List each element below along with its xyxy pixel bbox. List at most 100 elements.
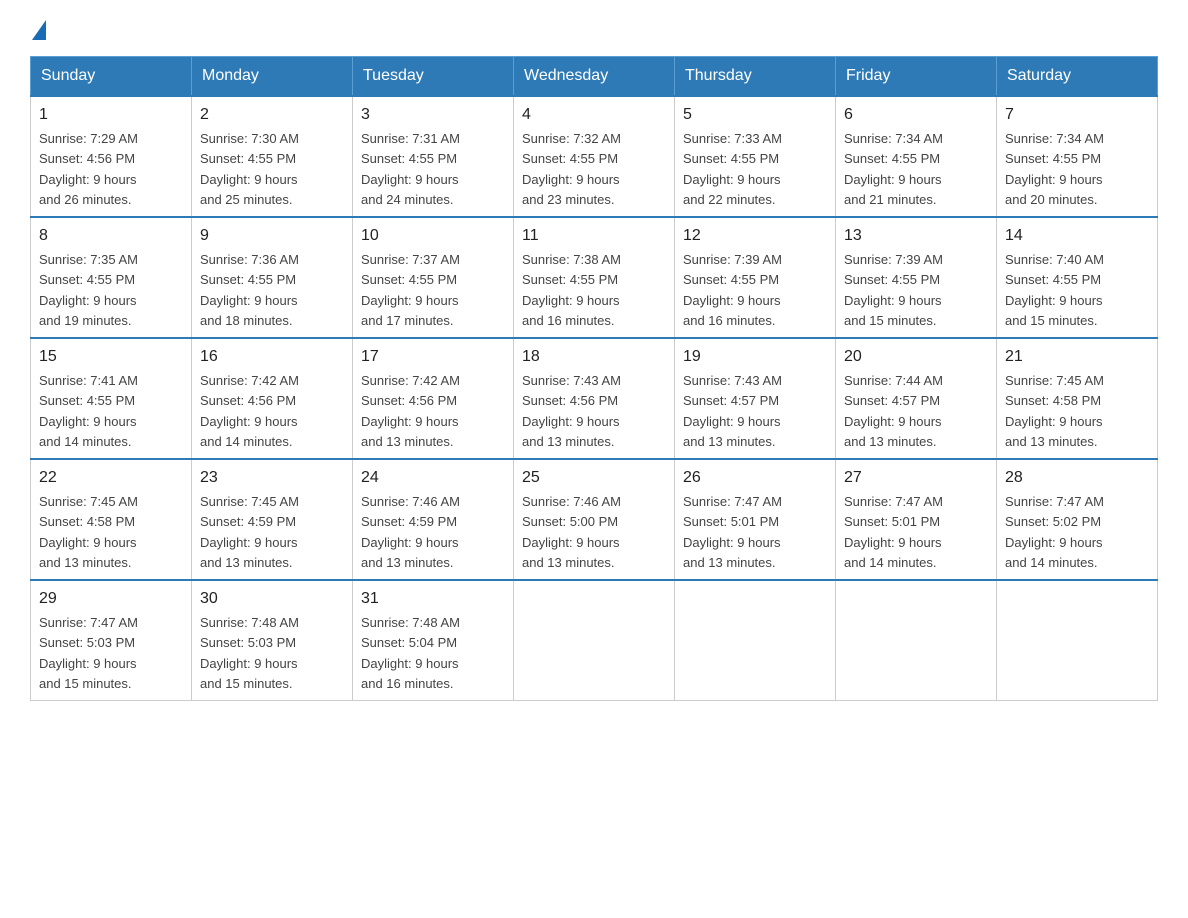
day-info: Sunrise: 7:29 AMSunset: 4:56 PMDaylight:… [39,131,138,207]
day-cell: 12 Sunrise: 7:39 AMSunset: 4:55 PMDaylig… [675,217,836,338]
day-number: 28 [1005,466,1149,490]
day-cell: 19 Sunrise: 7:43 AMSunset: 4:57 PMDaylig… [675,338,836,459]
day-cell: 27 Sunrise: 7:47 AMSunset: 5:01 PMDaylig… [836,459,997,580]
day-number: 19 [683,345,827,369]
day-info: Sunrise: 7:34 AMSunset: 4:55 PMDaylight:… [844,131,943,207]
day-info: Sunrise: 7:33 AMSunset: 4:55 PMDaylight:… [683,131,782,207]
day-number: 9 [200,224,344,248]
day-info: Sunrise: 7:45 AMSunset: 4:58 PMDaylight:… [1005,373,1104,449]
day-info: Sunrise: 7:39 AMSunset: 4:55 PMDaylight:… [683,252,782,328]
day-info: Sunrise: 7:46 AMSunset: 5:00 PMDaylight:… [522,494,621,570]
day-info: Sunrise: 7:47 AMSunset: 5:02 PMDaylight:… [1005,494,1104,570]
day-cell: 17 Sunrise: 7:42 AMSunset: 4:56 PMDaylig… [353,338,514,459]
day-cell: 10 Sunrise: 7:37 AMSunset: 4:55 PMDaylig… [353,217,514,338]
day-cell: 29 Sunrise: 7:47 AMSunset: 5:03 PMDaylig… [31,580,192,701]
day-number: 4 [522,103,666,127]
logo [30,20,46,40]
day-cell: 6 Sunrise: 7:34 AMSunset: 4:55 PMDayligh… [836,96,997,217]
day-info: Sunrise: 7:34 AMSunset: 4:55 PMDaylight:… [1005,131,1104,207]
header-cell-thursday: Thursday [675,57,836,97]
day-info: Sunrise: 7:47 AMSunset: 5:01 PMDaylight:… [844,494,943,570]
day-number: 12 [683,224,827,248]
header-row: SundayMondayTuesdayWednesdayThursdayFrid… [31,57,1158,97]
week-row-4: 22 Sunrise: 7:45 AMSunset: 4:58 PMDaylig… [31,459,1158,580]
day-cell [514,580,675,701]
day-number: 20 [844,345,988,369]
page-header [30,20,1158,40]
header-cell-friday: Friday [836,57,997,97]
day-cell [997,580,1158,701]
day-cell: 3 Sunrise: 7:31 AMSunset: 4:55 PMDayligh… [353,96,514,217]
day-info: Sunrise: 7:46 AMSunset: 4:59 PMDaylight:… [361,494,460,570]
day-cell [836,580,997,701]
day-info: Sunrise: 7:48 AMSunset: 5:03 PMDaylight:… [200,615,299,691]
day-info: Sunrise: 7:30 AMSunset: 4:55 PMDaylight:… [200,131,299,207]
week-row-1: 1 Sunrise: 7:29 AMSunset: 4:56 PMDayligh… [31,96,1158,217]
day-number: 5 [683,103,827,127]
day-cell: 21 Sunrise: 7:45 AMSunset: 4:58 PMDaylig… [997,338,1158,459]
day-cell: 24 Sunrise: 7:46 AMSunset: 4:59 PMDaylig… [353,459,514,580]
day-number: 18 [522,345,666,369]
day-number: 25 [522,466,666,490]
week-row-5: 29 Sunrise: 7:47 AMSunset: 5:03 PMDaylig… [31,580,1158,701]
week-row-3: 15 Sunrise: 7:41 AMSunset: 4:55 PMDaylig… [31,338,1158,459]
day-info: Sunrise: 7:38 AMSunset: 4:55 PMDaylight:… [522,252,621,328]
day-info: Sunrise: 7:31 AMSunset: 4:55 PMDaylight:… [361,131,460,207]
day-cell: 31 Sunrise: 7:48 AMSunset: 5:04 PMDaylig… [353,580,514,701]
day-number: 2 [200,103,344,127]
day-cell: 22 Sunrise: 7:45 AMSunset: 4:58 PMDaylig… [31,459,192,580]
day-number: 16 [200,345,344,369]
day-number: 13 [844,224,988,248]
header-cell-tuesday: Tuesday [353,57,514,97]
day-number: 11 [522,224,666,248]
day-number: 21 [1005,345,1149,369]
day-cell: 15 Sunrise: 7:41 AMSunset: 4:55 PMDaylig… [31,338,192,459]
day-number: 31 [361,587,505,611]
day-number: 1 [39,103,183,127]
day-cell: 7 Sunrise: 7:34 AMSunset: 4:55 PMDayligh… [997,96,1158,217]
day-cell: 28 Sunrise: 7:47 AMSunset: 5:02 PMDaylig… [997,459,1158,580]
day-info: Sunrise: 7:48 AMSunset: 5:04 PMDaylight:… [361,615,460,691]
day-info: Sunrise: 7:45 AMSunset: 4:58 PMDaylight:… [39,494,138,570]
day-cell: 11 Sunrise: 7:38 AMSunset: 4:55 PMDaylig… [514,217,675,338]
day-number: 3 [361,103,505,127]
week-row-2: 8 Sunrise: 7:35 AMSunset: 4:55 PMDayligh… [31,217,1158,338]
logo-triangle-icon [32,20,46,40]
day-number: 23 [200,466,344,490]
day-info: Sunrise: 7:43 AMSunset: 4:57 PMDaylight:… [683,373,782,449]
day-cell: 13 Sunrise: 7:39 AMSunset: 4:55 PMDaylig… [836,217,997,338]
day-info: Sunrise: 7:42 AMSunset: 4:56 PMDaylight:… [200,373,299,449]
day-info: Sunrise: 7:37 AMSunset: 4:55 PMDaylight:… [361,252,460,328]
day-info: Sunrise: 7:40 AMSunset: 4:55 PMDaylight:… [1005,252,1104,328]
day-info: Sunrise: 7:35 AMSunset: 4:55 PMDaylight:… [39,252,138,328]
day-cell: 4 Sunrise: 7:32 AMSunset: 4:55 PMDayligh… [514,96,675,217]
day-cell: 23 Sunrise: 7:45 AMSunset: 4:59 PMDaylig… [192,459,353,580]
header-cell-monday: Monday [192,57,353,97]
day-number: 17 [361,345,505,369]
day-number: 8 [39,224,183,248]
day-info: Sunrise: 7:32 AMSunset: 4:55 PMDaylight:… [522,131,621,207]
day-cell: 1 Sunrise: 7:29 AMSunset: 4:56 PMDayligh… [31,96,192,217]
day-info: Sunrise: 7:41 AMSunset: 4:55 PMDaylight:… [39,373,138,449]
day-number: 29 [39,587,183,611]
day-cell: 18 Sunrise: 7:43 AMSunset: 4:56 PMDaylig… [514,338,675,459]
day-number: 27 [844,466,988,490]
day-number: 15 [39,345,183,369]
day-number: 14 [1005,224,1149,248]
header-cell-wednesday: Wednesday [514,57,675,97]
day-cell: 14 Sunrise: 7:40 AMSunset: 4:55 PMDaylig… [997,217,1158,338]
day-cell: 9 Sunrise: 7:36 AMSunset: 4:55 PMDayligh… [192,217,353,338]
day-info: Sunrise: 7:44 AMSunset: 4:57 PMDaylight:… [844,373,943,449]
day-cell [675,580,836,701]
day-info: Sunrise: 7:47 AMSunset: 5:01 PMDaylight:… [683,494,782,570]
day-number: 10 [361,224,505,248]
day-cell: 20 Sunrise: 7:44 AMSunset: 4:57 PMDaylig… [836,338,997,459]
day-cell: 25 Sunrise: 7:46 AMSunset: 5:00 PMDaylig… [514,459,675,580]
calendar-table: SundayMondayTuesdayWednesdayThursdayFrid… [30,56,1158,701]
day-number: 7 [1005,103,1149,127]
day-number: 30 [200,587,344,611]
day-cell: 5 Sunrise: 7:33 AMSunset: 4:55 PMDayligh… [675,96,836,217]
day-cell: 8 Sunrise: 7:35 AMSunset: 4:55 PMDayligh… [31,217,192,338]
day-cell: 2 Sunrise: 7:30 AMSunset: 4:55 PMDayligh… [192,96,353,217]
day-number: 26 [683,466,827,490]
